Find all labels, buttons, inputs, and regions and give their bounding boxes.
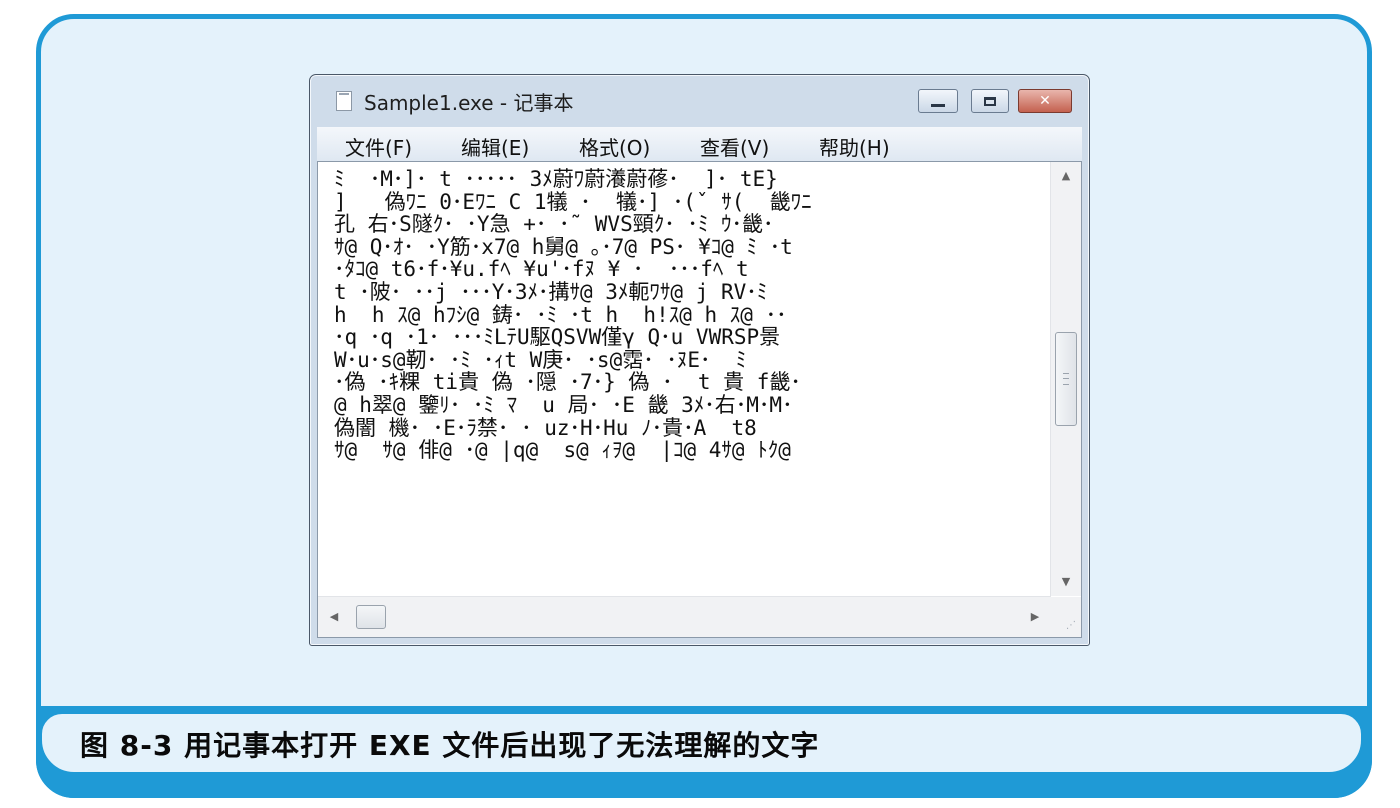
text-editor[interactable]: ﾐ ･M･]･ t ･････ 3ﾒ蔚ﾜ蔚瀁蔚蓚･ ]･ tE} ] 偽ﾜﾆ 0… bbox=[317, 161, 1082, 638]
menu-format[interactable]: 格式(O) bbox=[579, 132, 650, 161]
menu-help[interactable]: 帮助(H) bbox=[819, 132, 890, 161]
menu-bar: 文件(F) 编辑(E) 格式(O) 查看(V) 帮助(H) bbox=[317, 127, 1082, 162]
menu-edit[interactable]: 编辑(E) bbox=[461, 132, 529, 161]
menu-view[interactable]: 查看(V) bbox=[700, 132, 769, 161]
notepad-window: Sample1.exe - 记事本 ✕ 文件(F) 编辑(E) 格式(O) 查看… bbox=[309, 74, 1090, 646]
close-button[interactable]: ✕ bbox=[1018, 89, 1072, 113]
maximize-icon bbox=[984, 96, 996, 106]
horizontal-scrollbar[interactable]: ◀ ▶ bbox=[318, 596, 1051, 637]
scroll-left-icon[interactable]: ◀ bbox=[322, 597, 346, 637]
grip-icon bbox=[1063, 373, 1069, 385]
title-bar[interactable]: Sample1.exe - 记事本 ✕ bbox=[310, 75, 1089, 119]
window-title: Sample1.exe - 记事本 bbox=[364, 91, 574, 115]
vertical-scrollbar[interactable]: ▲ ▼ bbox=[1050, 162, 1081, 596]
menu-file[interactable]: 文件(F) bbox=[345, 132, 412, 161]
horizontal-scroll-thumb[interactable] bbox=[356, 605, 386, 629]
scroll-right-icon[interactable]: ▶ bbox=[1023, 597, 1047, 637]
notepad-icon bbox=[336, 91, 352, 111]
close-icon: ✕ bbox=[1039, 93, 1051, 109]
scroll-down-icon[interactable]: ▼ bbox=[1051, 570, 1081, 594]
garbled-text[interactable]: ﾐ ･M･]･ t ･････ 3ﾒ蔚ﾜ蔚瀁蔚蓚･ ]･ tE} ] 偽ﾜﾆ 0… bbox=[334, 168, 1054, 598]
minimize-icon bbox=[931, 103, 945, 107]
minimize-button[interactable] bbox=[918, 89, 958, 113]
scroll-up-icon[interactable]: ▲ bbox=[1051, 164, 1081, 188]
resize-grip-icon[interactable]: ⋰ bbox=[1051, 597, 1081, 637]
maximize-button[interactable] bbox=[971, 89, 1009, 113]
vertical-scroll-thumb[interactable] bbox=[1055, 332, 1077, 426]
figure-caption: 图 8-3 用记事本打开 EXE 文件后出现了无法理解的文字 bbox=[80, 729, 820, 762]
